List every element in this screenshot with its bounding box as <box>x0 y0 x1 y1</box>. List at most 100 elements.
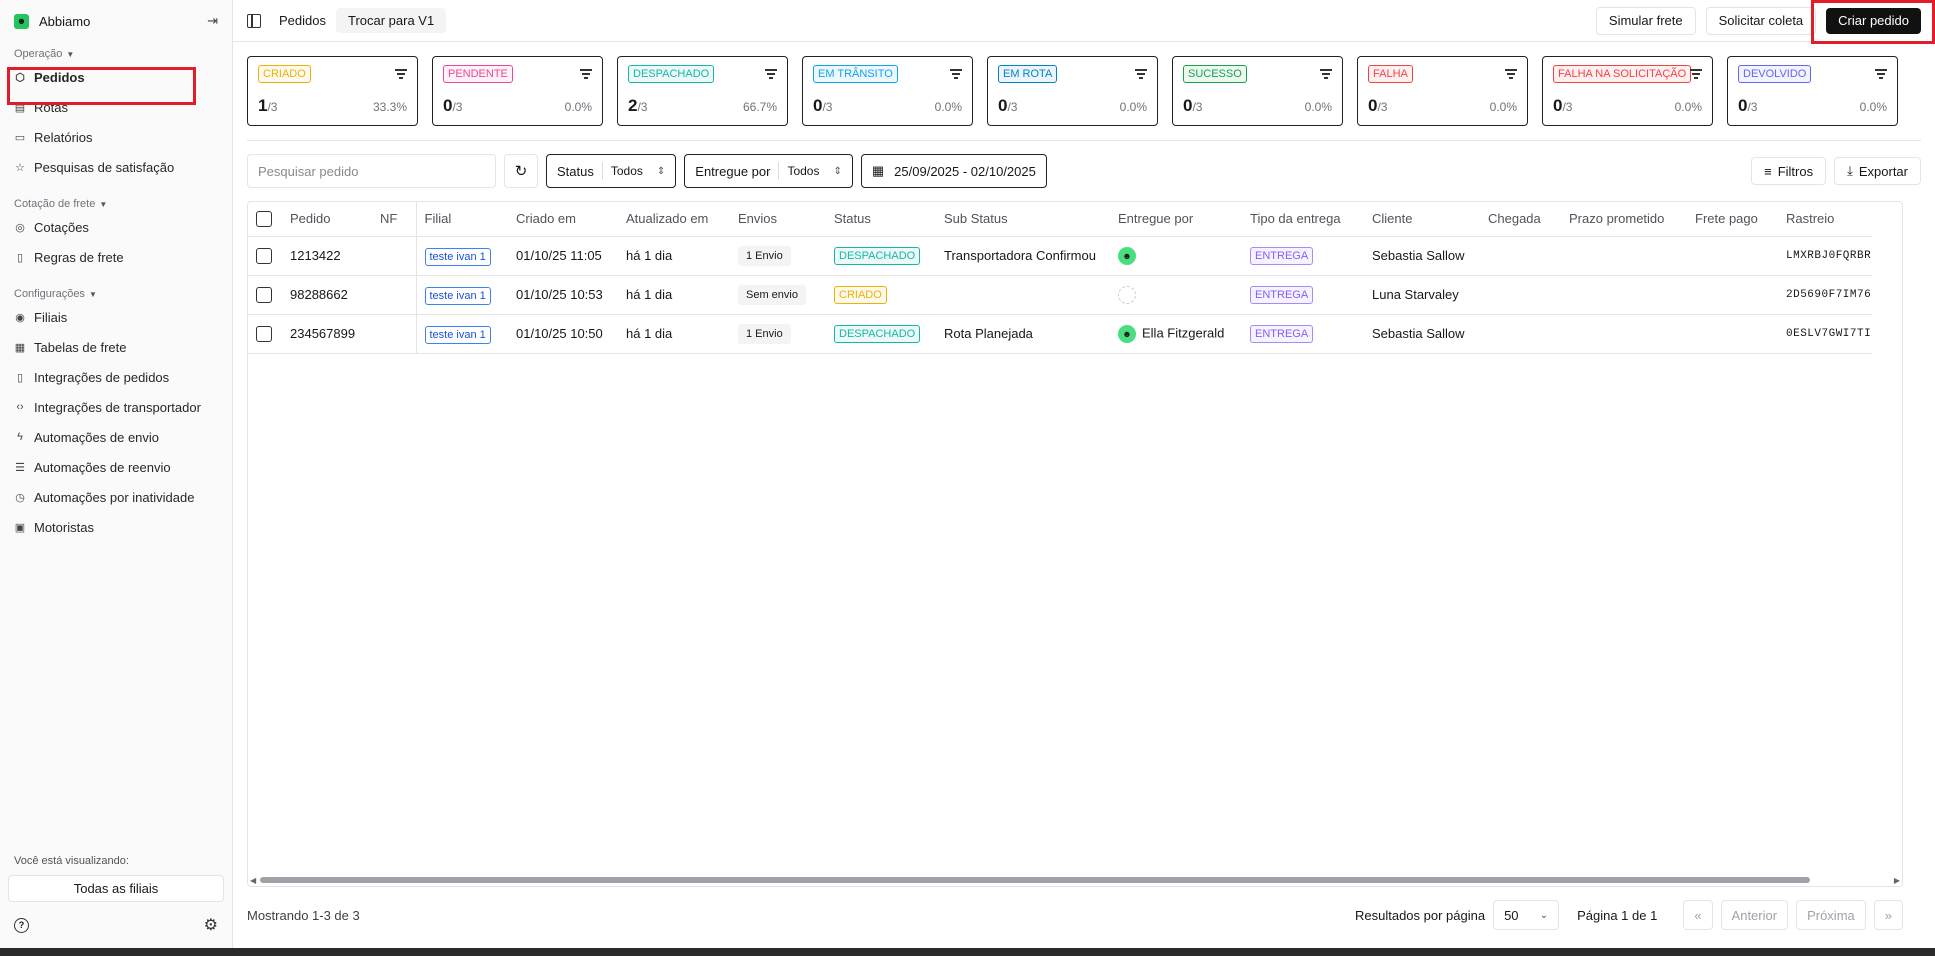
column-header[interactable]: Sub Status <box>936 202 1110 237</box>
status-card[interactable]: DEVOLVIDO 0/3 0.0% <box>1727 56 1898 126</box>
column-header[interactable]: Frete pago <box>1687 202 1778 237</box>
shipments-pill[interactable]: Sem envio <box>738 284 806 305</box>
column-header[interactable]: Tipo da entrega <box>1242 202 1364 237</box>
section-label[interactable]: Operação ▼ <box>0 46 232 62</box>
export-button[interactable]: ⤓ Exportar <box>1834 157 1921 185</box>
filter-icon[interactable] <box>765 69 777 79</box>
switch-version-button[interactable]: Trocar para V1 <box>335 8 447 33</box>
status-cell: CRIADO <box>826 275 936 315</box>
column-header[interactable]: Cliente <box>1364 202 1480 237</box>
status-count-total: /3 <box>1192 100 1203 114</box>
shipments-pill[interactable]: 1 Envio <box>738 245 791 266</box>
request-pickup-button[interactable]: Solicitar coleta <box>1705 6 1817 35</box>
sidebar-item-integracoes-de-transportador[interactable]: ‹› Integrações de transportador <box>0 392 232 422</box>
shipments-pill[interactable]: 1 Envio <box>738 323 791 344</box>
gear-icon[interactable]: ⚙ <box>204 915 218 935</box>
status-badge: FALHA <box>1368 65 1413 83</box>
order-id-cell[interactable]: 98288662 <box>282 275 372 315</box>
filter-icon[interactable] <box>950 69 962 79</box>
sidebar-item-regras-de-frete[interactable]: ▯ Regras de frete <box>0 242 232 272</box>
previous-page-button[interactable]: Anterior <box>1720 900 1789 930</box>
first-page-button[interactable]: « <box>1683 900 1713 930</box>
status-card[interactable]: EM TRÂNSITO 0/3 0.0% <box>802 56 973 126</box>
column-header[interactable]: Prazo prometido <box>1561 202 1687 237</box>
scrollbar-thumb[interactable] <box>260 877 1810 883</box>
status-count: 0/3 <box>443 96 462 116</box>
pin-icon: ◉ <box>15 311 25 324</box>
table-row[interactable]: 1213422 teste ivan 1 01/10/25 11:05 há 1… <box>248 236 1872 276</box>
date-range-picker[interactable]: ▦ 25/09/2025 - 02/10/2025 <box>860 154 1047 188</box>
horizontal-scrollbar[interactable]: ◀ ▶ <box>248 874 1902 886</box>
column-header[interactable]: Pedido <box>282 202 372 237</box>
driver-avatar: ☻ <box>1118 324 1136 343</box>
row-checkbox-cell <box>248 314 282 354</box>
status-card[interactable]: SUCESSO 0/3 0.0% <box>1172 56 1343 126</box>
column-header[interactable]: Rastreio <box>1778 202 1872 237</box>
branch-selector-button[interactable]: Todas as filiais <box>8 875 224 902</box>
sidebar-item-integracoes-de-pedidos[interactable]: ▯ Integrações de pedidos <box>0 362 232 392</box>
column-header[interactable]: Entregue por <box>1110 202 1242 237</box>
row-checkbox[interactable] <box>256 247 272 264</box>
help-icon[interactable]: ? <box>14 917 29 933</box>
row-checkbox[interactable] <box>256 286 272 303</box>
next-page-button[interactable]: Próxima <box>1796 900 1866 930</box>
column-header[interactable]: Filial <box>416 202 508 237</box>
table-row[interactable]: 234567899 teste ivan 1 01/10/25 10:50 há… <box>248 314 1872 354</box>
tracking-cell[interactable]: LMXRBJ0FQRBR <box>1778 236 1872 276</box>
filter-icon[interactable] <box>1135 69 1147 79</box>
tracking-cell[interactable]: 2D5690F7IM76 <box>1778 275 1872 315</box>
column-header[interactable]: Chegada <box>1480 202 1561 237</box>
column-header[interactable]: NF <box>372 202 417 237</box>
column-header[interactable]: Envios <box>730 202 826 237</box>
sidebar-item-automacoes-de-envio[interactable]: ϟ Automações de envio <box>0 422 232 452</box>
filter-icon[interactable] <box>1690 69 1702 79</box>
section-label[interactable]: Cotação de frete ▼ <box>0 196 232 212</box>
refresh-icon[interactable]: ↻ <box>504 154 538 188</box>
status-count: 0/3 <box>998 96 1017 116</box>
page-title: Pedidos <box>279 13 326 28</box>
last-page-button[interactable]: » <box>1873 900 1903 930</box>
sidebar-toggle-icon[interactable] <box>247 13 261 28</box>
sidebar-item-tabelas-de-frete[interactable]: ▦ Tabelas de frete <box>0 332 232 362</box>
sidebar-item-relatorios[interactable]: ▭ Relatórios <box>0 122 232 152</box>
status-card[interactable]: CRIADO 1/3 33.3% <box>247 56 418 126</box>
column-header[interactable]: Criado em <box>508 202 618 237</box>
sidebar-item-automacoes-de-reenvio[interactable]: ☰ Automações de reenvio <box>0 452 232 482</box>
order-id-cell[interactable]: 1213422 <box>282 236 372 276</box>
sidebar-item-pesquisas-de-satisfacao[interactable]: ☆ Pesquisas de satisfação <box>0 152 232 182</box>
column-header[interactable]: Atualizado em <box>618 202 730 237</box>
logout-icon[interactable]: ⇥ <box>207 13 218 29</box>
sidebar-item-automacoes-por-inatividade[interactable]: ◷ Automações por inatividade <box>0 482 232 512</box>
status-select[interactable]: Status Todos ⇕ <box>546 154 677 188</box>
filter-icon[interactable] <box>580 69 592 79</box>
filter-icon[interactable] <box>395 69 407 79</box>
sidebar-item-motoristas[interactable]: ▣ Motoristas <box>0 512 232 542</box>
scroll-right-icon[interactable]: ▶ <box>1894 876 1900 885</box>
delivered-by-cell <box>1110 275 1242 315</box>
filter-icon[interactable] <box>1320 69 1332 79</box>
status-card[interactable]: DESPACHADO 2/3 66.7% <box>617 56 788 126</box>
filter-icon[interactable] <box>1505 69 1517 79</box>
status-card[interactable]: PENDENTE 0/3 0.0% <box>432 56 603 126</box>
filters-button[interactable]: ≡ Filtros <box>1751 157 1827 185</box>
section-label[interactable]: Configurações ▼ <box>0 286 232 302</box>
status-card[interactable]: FALHA 0/3 0.0% <box>1357 56 1528 126</box>
sidebar-item-label: Integrações de transportador <box>34 399 201 415</box>
per-page-select[interactable]: 50 ⌄ <box>1493 900 1560 930</box>
row-checkbox[interactable] <box>256 325 272 342</box>
scroll-left-icon[interactable]: ◀ <box>250 876 256 885</box>
column-header[interactable]: Status <box>826 202 936 237</box>
nf-cell <box>372 275 417 315</box>
search-input[interactable] <box>247 154 496 188</box>
tracking-cell[interactable]: 0ESLV7GWI7TI <box>1778 314 1872 354</box>
status-card[interactable]: FALHA NA SOLICITAÇÃO 0/3 0.0% <box>1542 56 1713 126</box>
table-row[interactable]: 98288662 teste ivan 1 01/10/25 10:53 há … <box>248 275 1872 315</box>
sidebar-item-cotacoes[interactable]: ◎ Cotações <box>0 212 232 242</box>
status-card[interactable]: EM ROTA 0/3 0.0% <box>987 56 1158 126</box>
filter-icon[interactable] <box>1875 69 1887 79</box>
delivered-by-select[interactable]: Entregue por Todos ⇕ <box>684 154 853 188</box>
select-all-checkbox[interactable] <box>256 211 272 228</box>
simulate-freight-button[interactable]: Simular frete <box>1595 6 1696 35</box>
sidebar-item-filiais[interactable]: ◉ Filiais <box>0 302 232 332</box>
order-id-cell[interactable]: 234567899 <box>282 314 372 354</box>
